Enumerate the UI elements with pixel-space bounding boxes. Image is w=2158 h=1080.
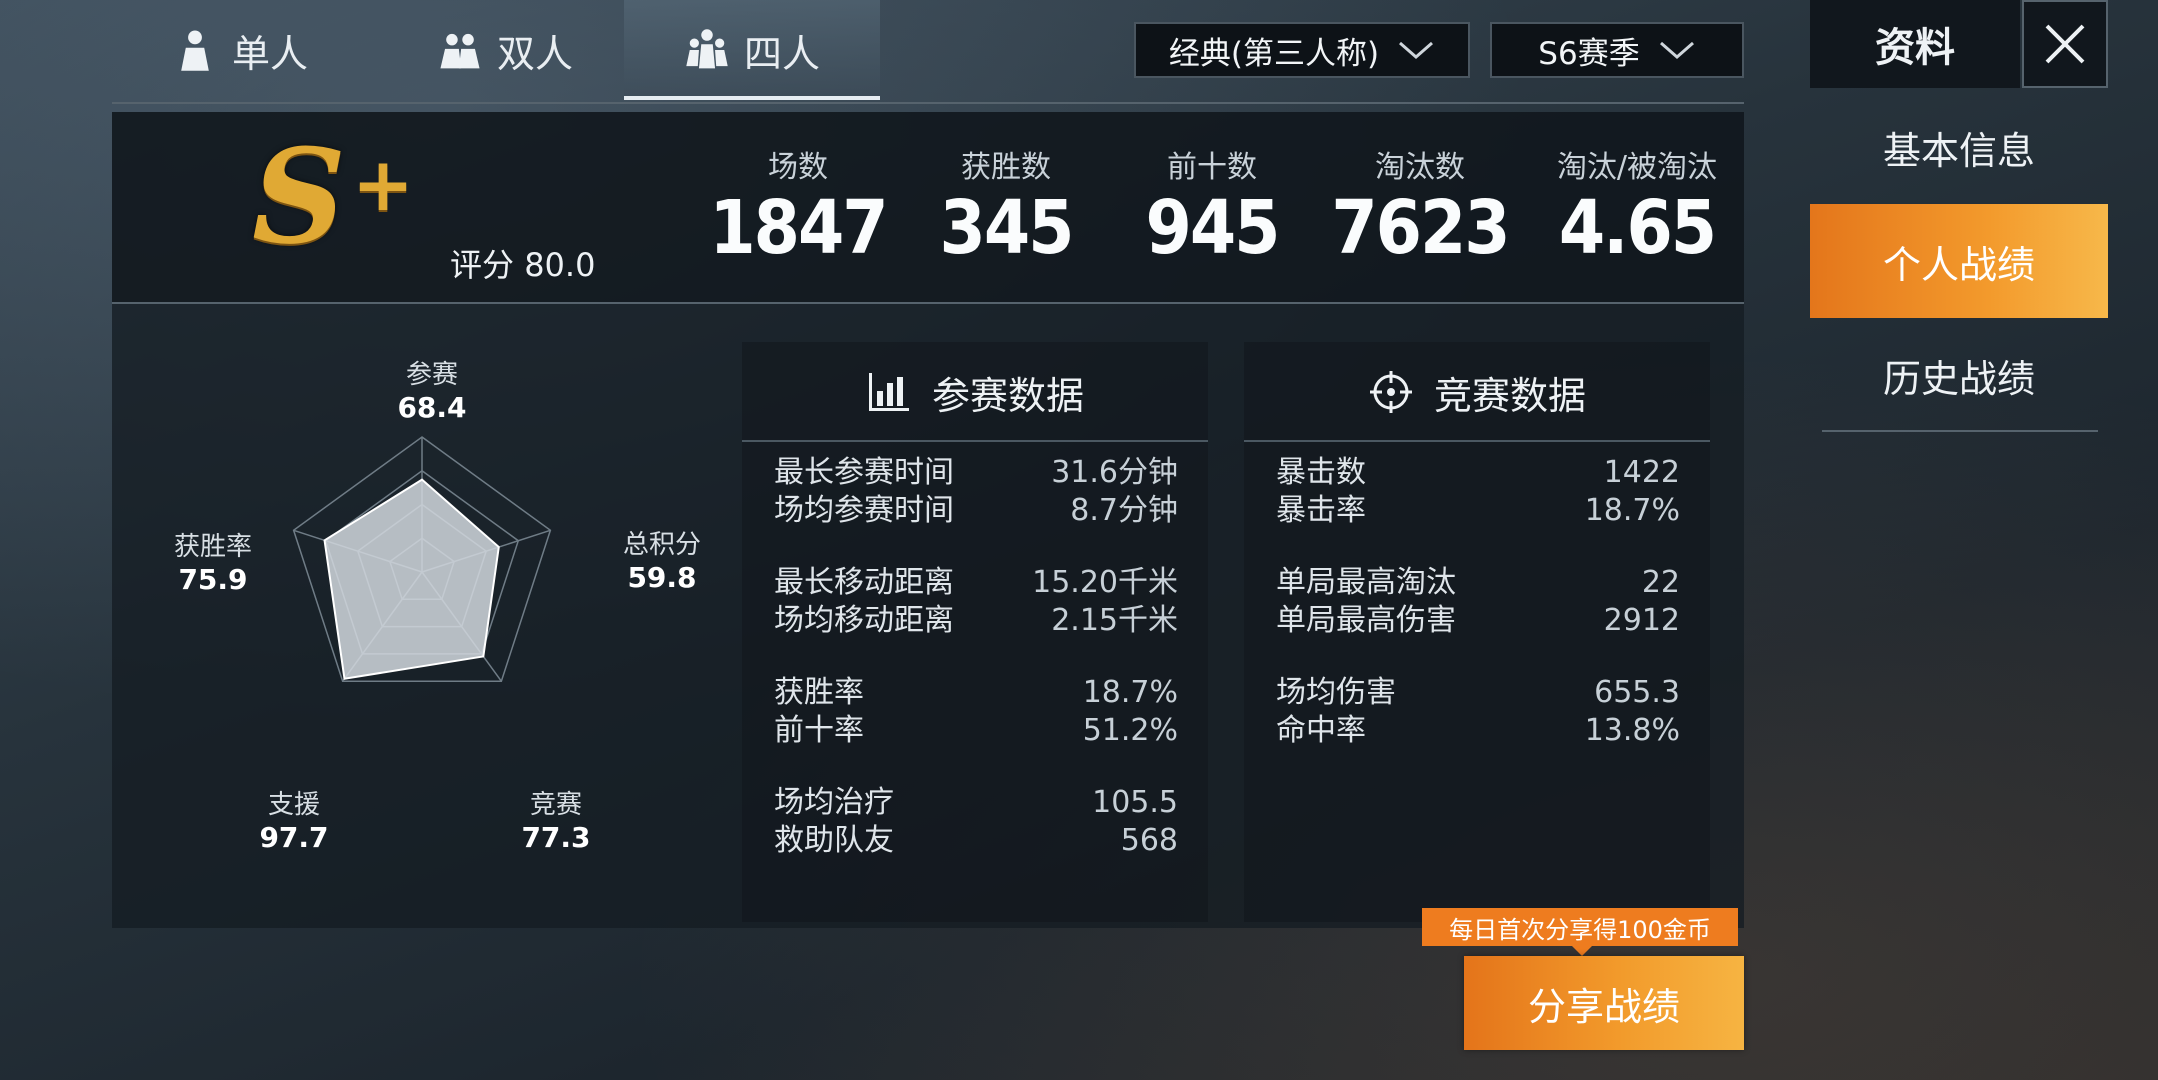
person-icon xyxy=(172,27,218,73)
list-item: 最长移动距离 15.20千米 xyxy=(774,565,1178,600)
mode-dropdown-value: 经典(第三人称) xyxy=(1168,35,1380,72)
list-item: 最长参赛时间 31.6分钟 xyxy=(774,455,1178,490)
competition-header: 竞赛数据 xyxy=(1244,352,1710,432)
close-button[interactable] xyxy=(2022,0,2108,88)
tab-duo[interactable]: 双人 xyxy=(420,0,590,100)
list-item: 场均伤害 655.3 xyxy=(1276,675,1680,710)
tab-squad[interactable]: 四人 xyxy=(624,0,880,100)
competition-section: 竞赛数据 暴击数 1422 暴击率 18.7% 单局最高淘汰 22 单局最高伤害 291… xyxy=(1244,342,1710,922)
list-item: 单局最高淘汰 22 xyxy=(1276,565,1680,600)
list-item: 场均移动距离 2.15千米 xyxy=(774,603,1178,638)
rating-score: 评分 80.0 xyxy=(450,246,596,284)
participation-section: 参赛数据 最长参赛时间 31.6分钟 场均参赛时间 8.7分钟 最长移动距离 15.2… xyxy=(742,342,1208,922)
radar-label-competition: 竞赛 77.3 xyxy=(521,790,591,854)
stat-kd: 淘汰/被淘汰 4.65 xyxy=(1556,150,1718,271)
rank-plus: + xyxy=(352,142,415,228)
radar-label-support: 支援 97.7 xyxy=(259,790,329,854)
bar-chart-icon xyxy=(868,373,909,411)
divider xyxy=(742,440,1208,442)
list-item: 暴击率 18.7% xyxy=(1276,493,1680,528)
crosshair-icon xyxy=(1369,371,1412,413)
divider xyxy=(1822,430,2098,432)
close-icon xyxy=(2045,24,2085,64)
stat-top10: 前十数 945 xyxy=(1145,150,1281,271)
list-item: 单局最高伤害 2912 xyxy=(1276,603,1680,638)
list-item: 命中率 13.8% xyxy=(1276,713,1680,748)
list-item: 场均参赛时间 8.7分钟 xyxy=(774,493,1178,528)
radar-label-participation: 参赛 68.4 xyxy=(397,360,467,424)
list-item: 获胜率 18.7% xyxy=(774,675,1178,710)
competition-title: 竞赛数据 xyxy=(1433,373,1586,418)
radar-shape xyxy=(323,478,500,680)
share-reward-tip: 每日首次分享得100金币 xyxy=(1422,908,1738,956)
season-dropdown[interactable]: S6赛季 xyxy=(1490,22,1744,78)
summary-bar: S + 评分 80.0 场数 1847 获胜数 345 前十数 945 淘汰数 … xyxy=(112,112,1744,304)
duo-icon xyxy=(437,27,483,73)
radar-label-win-rate: 获胜率 75.9 xyxy=(173,532,252,596)
tab-label: 四人 xyxy=(743,31,820,76)
season-dropdown-value: S6赛季 xyxy=(1538,35,1640,72)
list-item: 前十率 51.2% xyxy=(774,713,1178,748)
share-button[interactable]: 分享战绩 xyxy=(1464,956,1744,1050)
divider xyxy=(112,102,1744,104)
stats-panel: S + 评分 80.0 场数 1847 获胜数 345 前十数 945 淘汰数 … xyxy=(112,112,1744,928)
participation-header: 参赛数据 xyxy=(742,352,1208,432)
list-item: 暴击数 1422 xyxy=(1276,455,1680,490)
radar-chart xyxy=(292,436,552,682)
tab-label: 双人 xyxy=(496,31,573,76)
chevron-down-icon xyxy=(1399,41,1434,59)
tab-label: 单人 xyxy=(231,31,308,76)
stat-eliminations: 淘汰数 7623 xyxy=(1331,150,1510,271)
profile-title: 资料 xyxy=(1810,0,2020,88)
menu-item-basic-info[interactable]: 基本信息 xyxy=(1810,90,2108,204)
list-item: 救助队友 568 xyxy=(774,823,1178,858)
chevron-down-icon xyxy=(1659,41,1694,59)
participation-title: 参赛数据 xyxy=(931,373,1084,418)
rank-badge: S xyxy=(252,120,346,273)
menu-item-history[interactable]: 历史战绩 xyxy=(1810,318,2108,432)
menu-item-personal-record[interactable]: 个人战绩 xyxy=(1810,204,2108,318)
squad-icon xyxy=(684,27,730,73)
stat-matches: 场数 1847 xyxy=(709,150,888,271)
stat-wins: 获胜数 345 xyxy=(939,150,1075,271)
mode-dropdown[interactable]: 经典(第三人称) xyxy=(1134,22,1470,78)
list-item: 场均治疗 105.5 xyxy=(774,785,1178,820)
divider xyxy=(1244,440,1710,442)
radar-label-total-score: 总积分 59.8 xyxy=(622,530,701,594)
tab-solo[interactable]: 单人 xyxy=(160,0,320,100)
